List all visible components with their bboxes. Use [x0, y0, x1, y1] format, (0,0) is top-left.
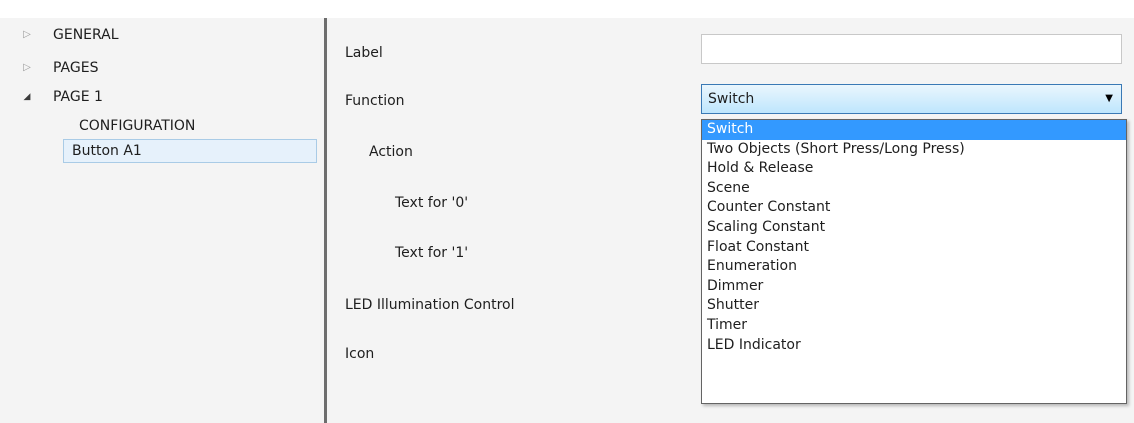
- tree-item-button-a1[interactable]: Button A1: [72, 141, 142, 161]
- dropdown-option-dimmer[interactable]: Dimmer: [702, 277, 1126, 297]
- function-dropdown-list: Switch Two Objects (Short Press/Long Pre…: [701, 119, 1127, 404]
- dropdown-option-scene[interactable]: Scene: [702, 179, 1126, 199]
- tree-panel: [0, 18, 325, 423]
- expand-arrow-icon[interactable]: ▷: [22, 25, 32, 45]
- text-1-field-label: Text for '1': [395, 245, 469, 261]
- function-dropdown-value: Switch: [708, 91, 755, 107]
- dropdown-option-enumeration[interactable]: Enumeration: [702, 257, 1126, 277]
- dropdown-option-hold-release[interactable]: Hold & Release: [702, 159, 1126, 179]
- tree-item-general[interactable]: GENERAL: [53, 25, 119, 45]
- icon-field-label: Icon: [345, 346, 375, 362]
- function-dropdown[interactable]: Switch ▼: [701, 84, 1122, 114]
- label-field-label: Label: [345, 45, 383, 61]
- function-field-label: Function: [345, 93, 405, 109]
- text-0-field-label: Text for '0': [395, 195, 469, 211]
- tree-item-configuration[interactable]: CONFIGURATION: [79, 116, 195, 136]
- tree-item-pages[interactable]: PAGES: [53, 58, 98, 78]
- dropdown-option-counter-constant[interactable]: Counter Constant: [702, 198, 1126, 218]
- action-field-label: Action: [369, 144, 413, 160]
- led-illumination-field-label: LED Illumination Control: [345, 297, 515, 313]
- dropdown-option-scaling-constant[interactable]: Scaling Constant: [702, 218, 1126, 238]
- dropdown-option-float-constant[interactable]: Float Constant: [702, 238, 1126, 258]
- tree-item-page-1[interactable]: PAGE 1: [53, 87, 103, 107]
- chevron-down-icon[interactable]: ▼: [1105, 89, 1113, 109]
- label-input[interactable]: [701, 34, 1122, 64]
- dropdown-option-two-objects[interactable]: Two Objects (Short Press/Long Press): [702, 140, 1126, 160]
- dropdown-option-switch[interactable]: Switch: [702, 120, 1126, 140]
- top-strip: [0, 0, 1134, 18]
- dropdown-option-led-indicator[interactable]: LED Indicator: [702, 336, 1126, 356]
- dropdown-option-shutter[interactable]: Shutter: [702, 296, 1126, 316]
- expand-arrow-icon[interactable]: ▷: [22, 58, 32, 78]
- dropdown-option-timer[interactable]: Timer: [702, 316, 1126, 336]
- collapse-arrow-icon[interactable]: ◢: [22, 87, 32, 107]
